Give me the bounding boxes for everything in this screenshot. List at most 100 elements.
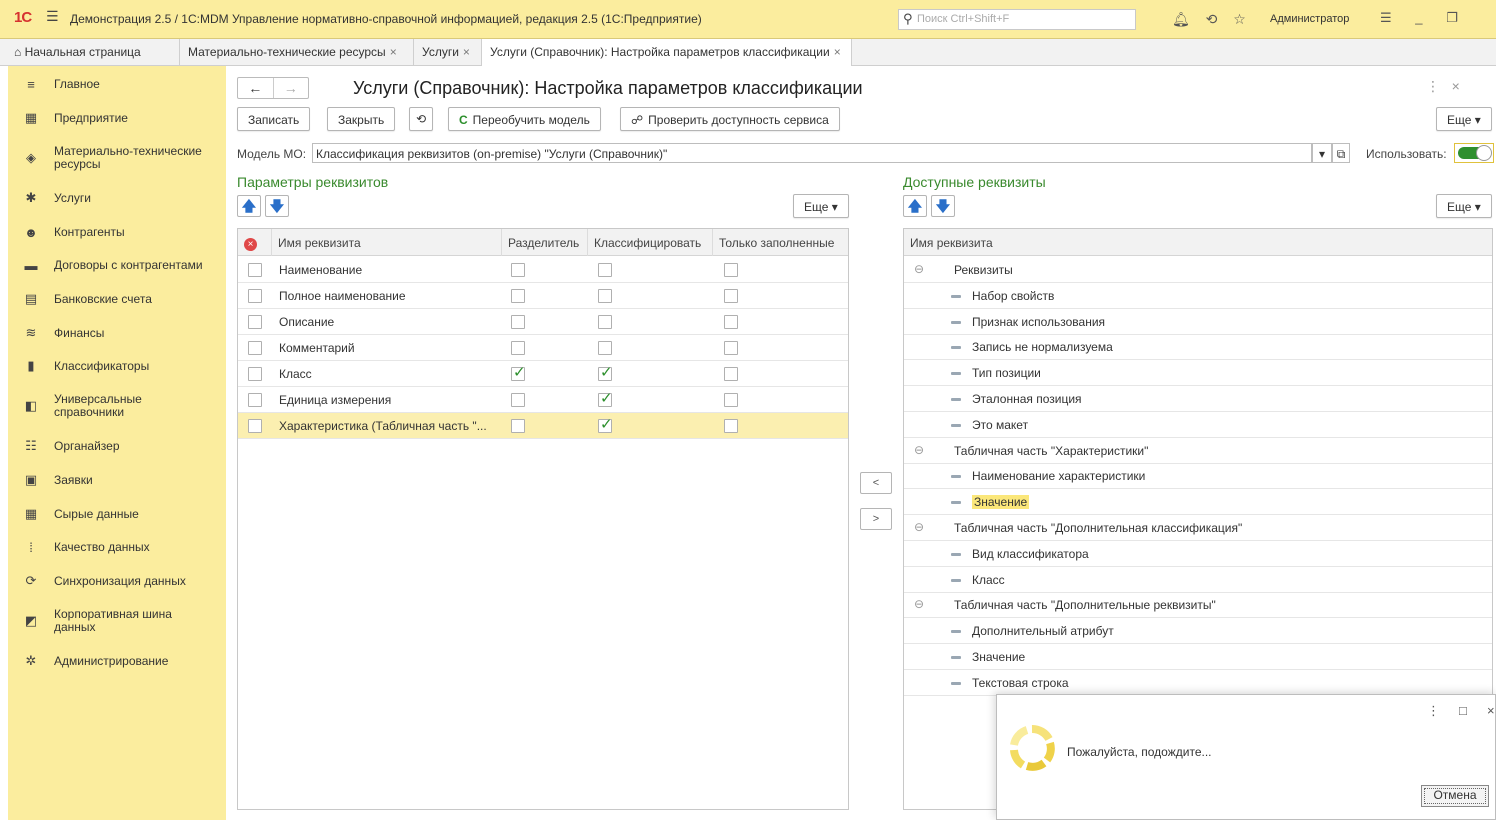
sidebar-item-sync[interactable]: ⟳ Синхронизация данных — [8, 573, 226, 589]
close-icon[interactable]: × — [390, 45, 397, 59]
search-input[interactable]: ⚲ Поиск Ctrl+Shift+F — [898, 9, 1136, 30]
right-more-button[interactable]: Еще ▾ — [1436, 194, 1492, 218]
separator-checkbox[interactable] — [511, 263, 525, 277]
collapse-icon[interactable]: ⊖ — [914, 520, 924, 534]
filled-only-checkbox[interactable] — [724, 393, 738, 407]
row-select-checkbox[interactable] — [248, 289, 262, 303]
sidebar-item-data-bus[interactable]: ◩ Корпоративная шина данных — [8, 607, 226, 635]
sidebar-item-classifiers[interactable]: ▮ Классификаторы — [8, 358, 226, 374]
separator-checkbox[interactable]: ✓ — [511, 364, 526, 381]
settings-menu-icon[interactable]: ☰ — [1380, 10, 1392, 25]
tree-item[interactable]: Тип позиции — [904, 360, 1492, 387]
col-filled-only[interactable]: Только заполненные — [713, 229, 850, 256]
sidebar-item-contracts[interactable]: ▬ Договоры с контрагентами — [8, 257, 226, 273]
sidebar-item-resources[interactable]: ◈ Материально-технические ресурсы — [8, 144, 226, 172]
sidebar-item-enterprise[interactable]: ▦ Предприятие — [8, 110, 226, 126]
main-menu-icon[interactable]: ☰ — [46, 8, 59, 25]
sidebar-item-services[interactable]: ✱ Услуги — [8, 190, 226, 206]
forward-arrow-icon[interactable]: → — [274, 78, 309, 98]
more-actions-icon[interactable]: ⋮ × — [1426, 78, 1460, 95]
right-move-up-icon[interactable]: 🡅 — [903, 195, 927, 217]
tree-group[interactable]: ⊖ Табличная часть "Характеристики" — [904, 438, 1492, 464]
open-icon[interactable]: ⧉ — [1332, 143, 1350, 163]
save-button[interactable]: Записать — [237, 107, 311, 131]
dropdown-icon[interactable]: ▾ — [1312, 143, 1332, 163]
sidebar-item-finance[interactable]: ≋ Финансы — [8, 325, 226, 341]
tree-item[interactable]: Это макет — [904, 412, 1492, 438]
more-actions-icon[interactable]: ⋮ — [1427, 703, 1440, 719]
tree-group[interactable]: ⊖ Реквизиты — [904, 257, 1492, 283]
row-select-checkbox[interactable] — [248, 393, 262, 407]
classify-checkbox[interactable] — [598, 341, 612, 355]
right-move-down-icon[interactable]: 🡇 — [931, 195, 955, 217]
sidebar-item-administration[interactable]: ✲ Администрирование — [8, 653, 226, 669]
use-toggle[interactable] — [1454, 143, 1494, 163]
close-icon[interactable]: × — [834, 45, 841, 59]
col-separator[interactable]: Разделитель — [502, 229, 588, 256]
table-row[interactable]: Класс ✓ ✓ — [238, 361, 848, 387]
model-field[interactable]: Классификация реквизитов (on-premise) "У… — [312, 143, 1312, 163]
close-icon[interactable]: × — [463, 45, 470, 59]
table-row[interactable]: Наименование — [238, 257, 848, 283]
clear-icon[interactable]: × — [238, 229, 272, 256]
sidebar-item-bank-accounts[interactable]: ▤ Банковские счета — [8, 291, 226, 307]
row-select-checkbox[interactable] — [248, 263, 262, 277]
tab-home[interactable]: ⌂ Начальная страница — [0, 39, 180, 66]
classify-checkbox[interactable]: ✓ — [598, 390, 613, 407]
move-left-button[interactable]: < — [860, 472, 892, 494]
separator-checkbox[interactable] — [511, 315, 525, 329]
history-icon[interactable]: ⟲ — [1206, 11, 1218, 27]
notifications-icon[interactable]: 🔔︎ — [1172, 11, 1190, 27]
tree-item[interactable]: Значение — [904, 489, 1492, 516]
classify-checkbox[interactable]: ✓ — [598, 416, 613, 433]
sidebar-item-raw-data[interactable]: ▦ Сырые данные — [8, 506, 226, 522]
collapse-icon[interactable]: ⊖ — [914, 262, 924, 276]
sidebar-item-organizer[interactable]: ☷ Органайзер — [8, 438, 226, 454]
move-right-button[interactable]: > — [860, 508, 892, 530]
table-row[interactable]: Единица измерения ✓ — [238, 387, 848, 413]
filled-only-checkbox[interactable] — [724, 341, 738, 355]
row-select-checkbox[interactable] — [248, 419, 262, 433]
row-select-checkbox[interactable] — [248, 367, 262, 381]
separator-checkbox[interactable] — [511, 419, 525, 433]
table-row[interactable]: Описание — [238, 309, 848, 335]
maximize-icon[interactable]: □ — [1459, 703, 1467, 718]
close-button[interactable]: Закрыть — [327, 107, 396, 131]
filled-only-checkbox[interactable] — [724, 315, 738, 329]
tree-item[interactable]: Вид классификатора — [904, 541, 1492, 567]
close-icon[interactable]: × — [1487, 703, 1495, 718]
filled-only-checkbox[interactable] — [724, 289, 738, 303]
tree-item[interactable]: Класс — [904, 567, 1492, 593]
table-row[interactable]: Комментарий — [238, 335, 848, 361]
minimize-icon[interactable]: _ — [1415, 10, 1422, 25]
cancel-button[interactable]: Отмена — [1421, 785, 1489, 807]
user-name[interactable]: Администратор — [1270, 13, 1349, 25]
check-service-button[interactable]: ☍ Проверить доступность сервиса — [620, 107, 840, 131]
collapse-icon[interactable]: ⊖ — [914, 443, 924, 457]
classify-checkbox[interactable] — [598, 289, 612, 303]
tree-item[interactable]: Дополнительный атрибут — [904, 618, 1492, 645]
separator-checkbox[interactable] — [511, 393, 525, 407]
tree-group[interactable]: ⊖ Табличная часть "Дополнительные реквизи… — [904, 592, 1492, 619]
history-button[interactable]: ⟲ — [409, 107, 434, 131]
table-row[interactable]: Полное наименование — [238, 283, 848, 309]
retrain-model-button[interactable]: C Переобучить модель — [448, 107, 601, 131]
classify-checkbox[interactable] — [598, 315, 612, 329]
sidebar-item-counterparties[interactable]: ☻ Контрагенты — [8, 224, 226, 240]
left-more-button[interactable]: Еще ▾ — [793, 194, 849, 218]
sidebar-item-universal-catalogs[interactable]: ◧ Универсальные справочники — [8, 392, 226, 420]
row-select-checkbox[interactable] — [248, 341, 262, 355]
filled-only-checkbox[interactable] — [724, 419, 738, 433]
tree-item[interactable]: Текстовая строка — [904, 670, 1492, 696]
col-attr-name[interactable]: Имя реквизита — [272, 229, 502, 256]
tab-classification-settings[interactable]: Услуги (Справочник): Настройка параметро… — [482, 39, 852, 67]
table-row[interactable]: Характеристика (Табличная часть "... ✓ — [238, 413, 848, 439]
tree-group[interactable]: ⊖ Табличная часть "Дополнительная классиф… — [904, 515, 1492, 541]
col-attr-name[interactable]: Имя реквизита — [904, 229, 1492, 256]
col-classify[interactable]: Классифицировать — [588, 229, 713, 256]
sidebar-item-requests[interactable]: ▣ Заявки — [8, 472, 226, 488]
tree-item[interactable]: Значение — [904, 644, 1492, 670]
tree-item[interactable]: Запись не нормализуема — [904, 334, 1492, 361]
row-select-checkbox[interactable] — [248, 315, 262, 329]
classify-checkbox[interactable] — [598, 263, 612, 277]
